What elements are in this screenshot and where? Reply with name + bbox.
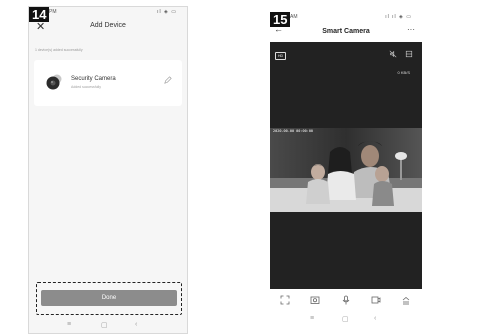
device-card[interactable]: Security Camera Added successfully [34,60,182,106]
pencil-icon[interactable] [164,76,172,84]
bitrate-readout: 0 KB/S [397,70,410,75]
microphone-icon[interactable] [341,295,351,305]
recent-apps-button[interactable]: ≡ [67,321,71,328]
header: ← Smart Camera ··· [270,22,422,42]
smart-camera-screen: 15 AM ıl ıl ◈ ▭ ← Smart Camera ··· HD 0 … [270,12,422,332]
home-button[interactable]: ▢ [342,315,349,323]
done-button[interactable]: Done [41,290,177,306]
status-icons: ıl ◈ ▭ [157,9,177,15]
step-number-badge: 15 [270,12,291,27]
status-icons: ıl ıl ◈ ▭ [385,14,412,20]
add-device-screen: 14 PM ıl ◈ ▭ ✕ Add Device 1 device(s) ad… [28,6,188,334]
fullscreen-icon[interactable] [280,295,290,305]
success-message: 1 device(s) added successfully [35,48,83,52]
camera-controls [270,289,422,313]
live-video-feed[interactable]: 2020-00-00 00:00:00 [270,128,422,212]
screenshot-icon[interactable] [310,295,320,305]
security-camera-icon [46,74,62,90]
back-nav-button[interactable]: ‹ [135,321,137,328]
video-timestamp: 2020-00-00 00:00:00 [273,129,314,133]
status-bar: AM ıl ıl ◈ ▭ [270,12,422,22]
done-button-highlight: Done [36,282,182,315]
page-title: Smart Camera [322,28,370,35]
page-title: Add Device [90,22,126,29]
more-options-button[interactable]: ··· [407,25,415,34]
record-video-icon[interactable] [371,295,381,305]
status-bar: PM ıl ◈ ▭ [29,7,187,17]
sd-card-icon[interactable] [405,50,413,58]
device-name: Security Camera [71,76,116,82]
family-video-image [270,128,422,212]
speaker-mute-icon[interactable] [389,50,397,58]
home-button[interactable]: ▢ [101,321,108,329]
back-nav-button[interactable]: ‹ [374,315,376,322]
header: ✕ Add Device [29,20,187,36]
recent-apps-button[interactable]: ≡ [310,315,314,322]
status-time: PM [49,9,57,15]
quality-toggle[interactable]: HD [275,52,287,60]
step-number-badge: 14 [29,7,50,22]
navigation-bar: ≡ ▢ ‹ [29,319,187,333]
navigation-bar: ≡ ▢ ‹ [270,313,422,332]
device-status: Added successfully [71,85,101,89]
expand-menu-icon[interactable] [401,295,411,305]
status-time: AM [290,14,298,20]
